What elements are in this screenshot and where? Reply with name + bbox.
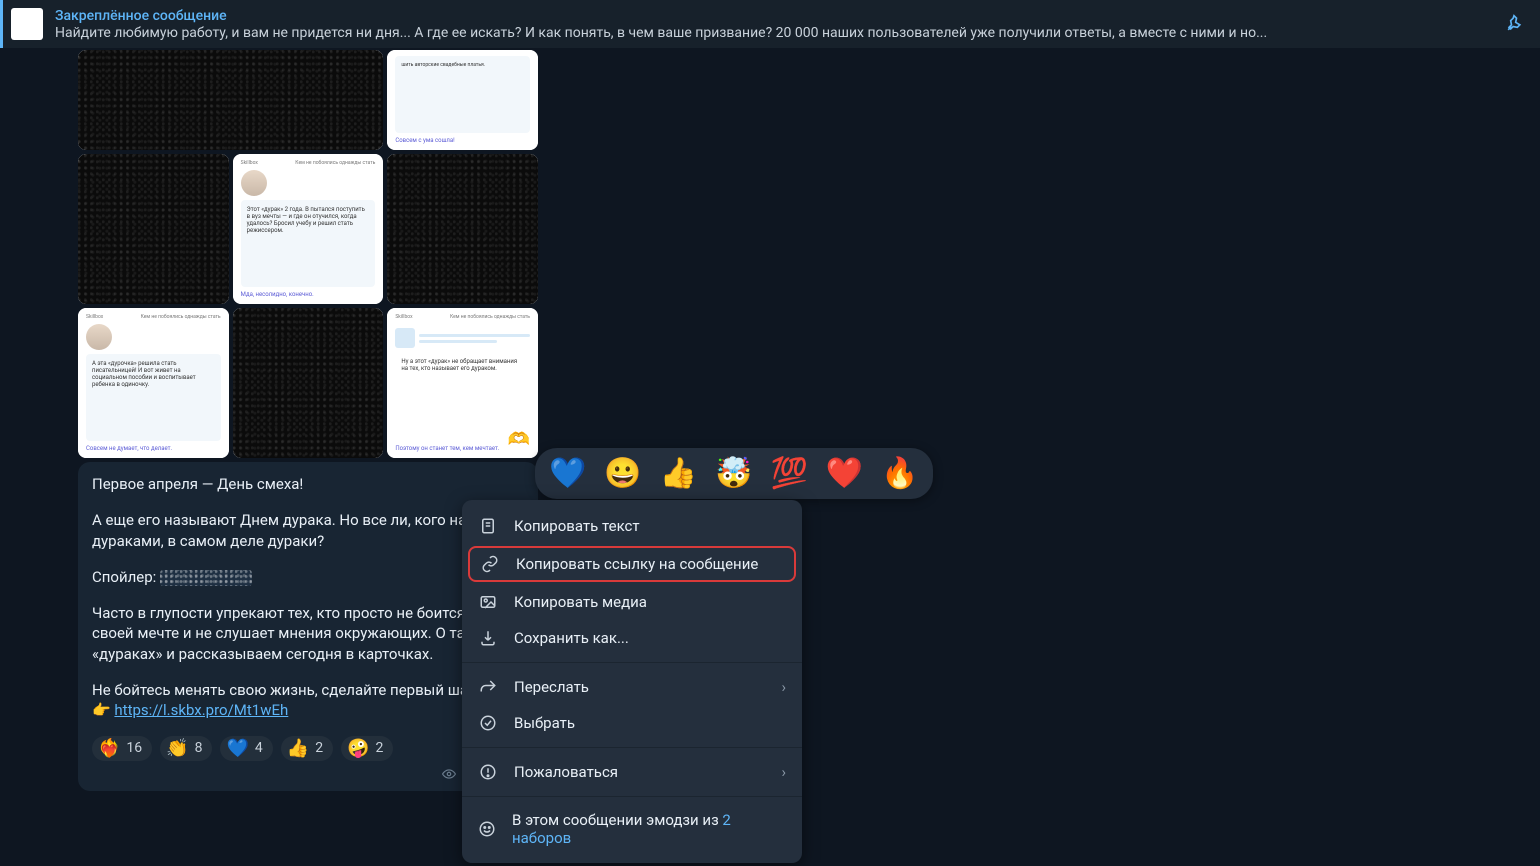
album-cell[interactable]: SkillboxКем не побоялись однажды стать А…	[78, 308, 229, 458]
report-icon	[478, 762, 498, 782]
spoiler-hidden[interactable]	[160, 570, 252, 586]
reaction-option[interactable]: 😀	[604, 456, 641, 491]
media-album[interactable]: шить авторские свадебные платья. Совсем …	[78, 50, 538, 458]
pinned-preview: Найдите любимую работу, и вам не придетс…	[55, 25, 1488, 41]
reaction-option[interactable]: 💯	[770, 456, 807, 491]
menu-copy-text[interactable]: Копировать текст	[462, 508, 802, 544]
reaction-chip[interactable]: 💙4	[220, 736, 272, 761]
link-icon	[480, 554, 500, 574]
reaction-option[interactable]: 💙	[549, 456, 586, 491]
reaction-chip[interactable]: 👍2	[281, 736, 333, 761]
pin-icon[interactable]	[1504, 14, 1524, 34]
menu-copy-media[interactable]: Копировать медиа	[462, 584, 802, 620]
pinned-message-bar[interactable]: Закреплённое сообщение Найдите любимую р…	[0, 0, 1540, 48]
album-cell[interactable]: SkillboxКем не побоялись однажды стать Н…	[387, 308, 538, 458]
menu-report[interactable]: Пожаловаться ›	[462, 754, 802, 790]
reaction-chip[interactable]: 🤪2	[341, 736, 393, 761]
pinned-text: Закреплённое сообщение Найдите любимую р…	[55, 8, 1488, 41]
album-cell[interactable]	[78, 154, 229, 304]
album-cell[interactable]	[78, 50, 383, 150]
copy-text-icon	[478, 516, 498, 536]
context-menu: Копировать текст Копировать ссылку на со…	[462, 500, 802, 863]
download-icon	[478, 628, 498, 648]
message-spoiler-line: Спойлер:	[92, 567, 524, 587]
reaction-chip[interactable]: ❤️‍🔥16	[92, 736, 152, 761]
menu-emoji-note[interactable]: В этом сообщении эмодзи из 2 наборов	[462, 803, 802, 855]
menu-forward[interactable]: Переслать ›	[462, 669, 802, 705]
album-cell[interactable]: шить авторские свадебные платья. Совсем …	[387, 50, 538, 150]
menu-separator	[462, 662, 802, 663]
message-text: Не бойтесь менять свою жизнь, сделайте п…	[92, 680, 524, 721]
reactions-row: ❤️‍🔥16 👏8 💙4 👍2 🤪2	[92, 736, 524, 761]
album-cell[interactable]: SkillboxКем не побоялись однажды стать Э…	[233, 154, 384, 304]
message-text: Первое апреля — День смеха!	[92, 474, 524, 494]
reaction-option[interactable]: 🔥	[881, 456, 918, 491]
menu-save-as[interactable]: Сохранить как...	[462, 620, 802, 656]
menu-select[interactable]: Выбрать	[462, 705, 802, 741]
views-icon	[442, 767, 456, 781]
reaction-option[interactable]: 👍	[660, 456, 697, 491]
message-link[interactable]: https://l.skbx.pro/Mt1wEh	[114, 701, 288, 719]
album-cell[interactable]	[233, 308, 384, 458]
message-meta: 1,1K 18:46	[92, 765, 524, 783]
forward-icon	[478, 677, 498, 697]
pinned-thumbnail	[11, 8, 43, 40]
pinned-title: Закреплённое сообщение	[55, 8, 1488, 24]
message-text: А еще его называют Днем дурака. Но все л…	[92, 510, 524, 551]
message-text: Часто в глупости упрекают тех, кто прост…	[92, 603, 524, 664]
select-icon	[478, 713, 498, 733]
smile-icon	[478, 820, 496, 838]
reaction-option[interactable]: ❤️	[826, 456, 863, 491]
reaction-option[interactable]: 🤯	[715, 456, 752, 491]
menu-separator	[462, 747, 802, 748]
menu-separator	[462, 796, 802, 797]
image-icon	[478, 592, 498, 612]
reaction-chip[interactable]: 👏8	[160, 736, 212, 761]
album-cell[interactable]	[387, 154, 538, 304]
chevron-right-icon: ›	[781, 678, 786, 696]
menu-copy-link[interactable]: Копировать ссылку на сообщение	[468, 546, 796, 582]
chevron-right-icon: ›	[781, 763, 786, 781]
quick-reaction-popup: 💙 😀 👍 🤯 💯 ❤️ 🔥	[535, 448, 933, 499]
